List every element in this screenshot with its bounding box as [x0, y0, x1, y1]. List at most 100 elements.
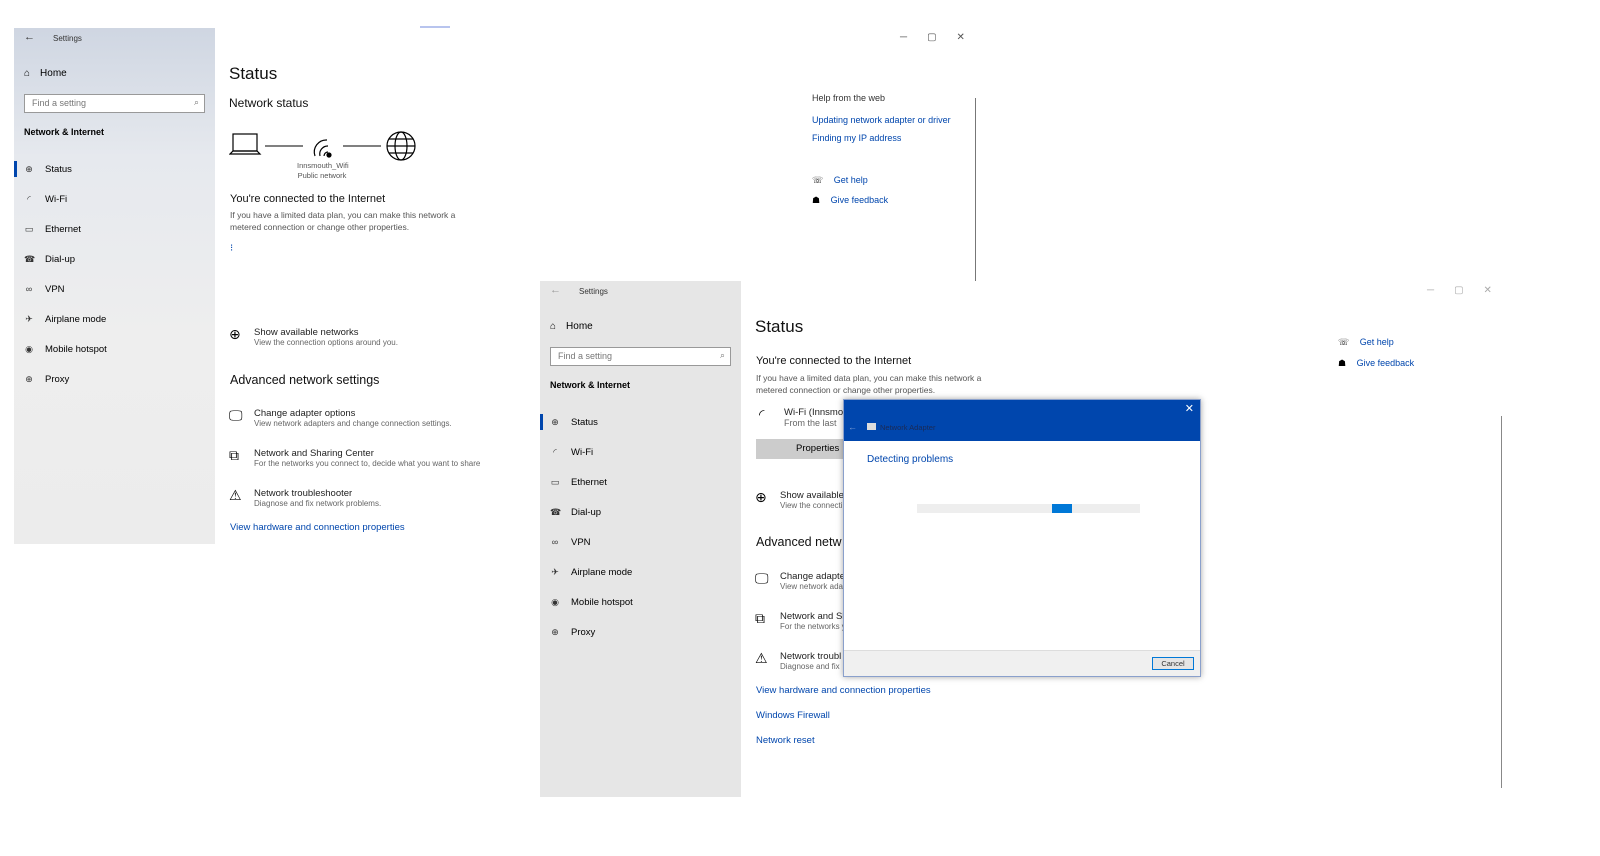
advanced-item[interactable]: ⚠ Network troubleshooter Diagnose and fix …	[229, 488, 381, 508]
back-arrow-icon[interactable]: ←	[24, 31, 35, 43]
vpn-icon: ∞	[551, 537, 559, 547]
back-arrow-icon[interactable]: ←	[550, 284, 561, 296]
home-nav[interactable]: ⌂ Home	[550, 321, 593, 332]
nav-label: Wi-Fi	[571, 446, 594, 458]
back-arrow-icon[interactable]: ←	[848, 422, 857, 432]
get-help-label: Get help	[1359, 337, 1394, 347]
maximize-icon[interactable]: ▢	[1454, 285, 1463, 296]
search-placeholder: Find a setting	[558, 351, 613, 361]
scrollbar[interactable]	[975, 98, 976, 281]
minimize-icon[interactable]: ─	[1427, 285, 1434, 296]
connection-desc: If you have a limited data plan, you can…	[756, 372, 981, 396]
row-sub: Diagnose and fix network problems.	[254, 499, 382, 508]
adapter-icon: 🖵	[755, 570, 769, 586]
progress-indicator	[1051, 504, 1072, 513]
desc-line: If you have a limited data plan, you can…	[756, 373, 982, 383]
nav-item-mobile-hotspot[interactable]: ◉ Mobile hotspot	[14, 334, 215, 364]
nav-item-proxy[interactable]: ⊕ Proxy	[540, 617, 741, 647]
close-icon[interactable]: ✕	[1484, 285, 1492, 296]
home-label: Home	[40, 68, 67, 79]
advanced-item[interactable]: 🖵 Change adapter View network ada	[755, 571, 848, 591]
proxy-icon: ⊕	[551, 626, 559, 637]
nav-item-vpn[interactable]: ∞ VPN	[540, 527, 741, 557]
close-icon[interactable]: ✕	[1185, 402, 1194, 415]
adapter-icon: 🖵	[229, 407, 243, 423]
nav-label: VPN	[571, 536, 591, 548]
minimize-icon[interactable]: ─	[900, 32, 907, 43]
w2-sidebar: ← Settings ⌂ Home Find a setting ⌕ Network…	[540, 281, 741, 797]
home-label: Home	[566, 321, 593, 332]
help-link-ip[interactable]: Finding my IP address	[812, 133, 901, 143]
nav-item-ethernet[interactable]: ▭ Ethernet	[14, 214, 215, 244]
nav-item-wi-fi[interactable]: ◜ Wi-Fi	[14, 184, 215, 214]
windows-firewall-link[interactable]: Windows Firewall	[756, 710, 830, 721]
get-help-label: Get help	[833, 175, 868, 185]
show-networks-link[interactable]: ⊕ Show available View the connecti	[755, 490, 844, 510]
dialup-icon: ☎	[24, 253, 36, 264]
nav-item-status[interactable]: ⊕ Status	[14, 154, 215, 184]
page-title: Status	[755, 317, 804, 336]
nav-item-dial-up[interactable]: ☎ Dial-up	[540, 497, 741, 527]
maximize-icon[interactable]: ▢	[927, 32, 936, 43]
dialog-title: Network Adapter	[880, 423, 936, 432]
nav-item-status[interactable]: ⊕ Status	[540, 407, 741, 437]
search-input[interactable]: Find a setting ⌕	[24, 94, 205, 113]
status-icon: ⊕	[551, 416, 559, 427]
progress-bar	[917, 504, 1140, 513]
advanced-item[interactable]: ⧉ Network and Sharing Center For the netwo…	[229, 448, 480, 468]
home-nav[interactable]: ⌂ Home	[24, 68, 67, 79]
desc-line: If you have a limited data plan, you can…	[230, 210, 456, 220]
row-sub: For the networks y	[780, 622, 846, 631]
nav-label: Ethernet	[571, 476, 607, 488]
hardware-properties-link[interactable]: View hardware and connection properties	[756, 685, 931, 696]
laptop-icon	[228, 133, 262, 155]
scrollbar[interactable]	[1501, 416, 1502, 788]
close-icon[interactable]: ✕	[957, 32, 965, 43]
nav-item-vpn[interactable]: ∞ VPN	[14, 274, 215, 304]
row-title: Show available networks	[254, 327, 359, 338]
get-help-link[interactable]: ☏ Get help	[1338, 337, 1394, 347]
row-title: Change adapter options	[254, 408, 356, 419]
row-sub: View network adapters and change connect…	[254, 419, 452, 428]
nav-item-wi-fi[interactable]: ◜ Wi-Fi	[540, 437, 741, 467]
nav-item-proxy[interactable]: ⊕ Proxy	[14, 364, 215, 394]
get-help-link[interactable]: ☏ Get help	[812, 175, 868, 186]
row-title: Show available	[780, 490, 844, 501]
row-title: Network troubleshooter	[254, 488, 353, 499]
globe-icon: ⊕	[229, 326, 241, 342]
warning-icon: ⚠	[229, 487, 242, 503]
section-title: Network & Internet	[550, 380, 631, 390]
nav-list: ⊕ Status ◜ Wi-Fi ▭ Ethernet ☎ Dial-up ∞ VPN ✈ Airpl…	[540, 407, 741, 647]
give-feedback-link[interactable]: ☗ Give feedback	[812, 195, 888, 206]
help-link-adapter[interactable]: Updating network adapter or driver	[812, 115, 951, 125]
nav-list: ⊕ Status ◜ Wi-Fi ▭ Ethernet ☎ Dial-up ∞ VPN ✈ Airpl…	[14, 154, 215, 394]
give-feedback-link[interactable]: ☗ Give feedback	[1338, 358, 1414, 369]
hotspot-icon: ◉	[551, 596, 559, 607]
properties-button[interactable]: Properties	[756, 439, 856, 459]
globe-icon	[386, 131, 416, 161]
show-networks-link[interactable]: ⊕ Show available networks View the connect…	[229, 327, 398, 347]
airplane-icon: ✈	[25, 313, 33, 324]
nav-label: Ethernet	[45, 223, 81, 235]
advanced-item[interactable]: 🖵 Change adapter options View network adap…	[229, 408, 452, 428]
nav-item-dial-up[interactable]: ☎ Dial-up	[14, 244, 215, 274]
desc-line: metered connection or change other prope…	[756, 385, 936, 395]
network-diagram: Innsmouth_Wifi Public network	[228, 128, 429, 188]
help-heading: Help from the web	[812, 93, 886, 103]
advanced-item[interactable]: ⧉ Network and Sh For the networks y	[755, 611, 848, 631]
nav-item-airplane-mode[interactable]: ✈ Airplane mode	[540, 557, 741, 587]
nav-label: Mobile hotspot	[571, 596, 633, 608]
ethernet-icon: ▭	[24, 223, 34, 234]
window-title: Settings	[53, 34, 82, 43]
give-feedback-label: Give feedback	[1356, 358, 1415, 368]
search-input[interactable]: Find a setting ⌕	[550, 347, 731, 366]
hardware-properties-link[interactable]: View hardware and connection properties	[230, 522, 405, 533]
nav-item-airplane-mode[interactable]: ✈ Airplane mode	[14, 304, 215, 334]
search-icon: ⌕	[193, 97, 199, 107]
nav-item-ethernet[interactable]: ▭ Ethernet	[540, 467, 741, 497]
nav-item-mobile-hotspot[interactable]: ◉ Mobile hotspot	[540, 587, 741, 617]
cancel-button[interactable]: Cancel	[1152, 657, 1194, 670]
network-reset-link[interactable]: Network reset	[756, 735, 815, 746]
advanced-item[interactable]: ⚠ Network troubl Diagnose and fix	[755, 651, 841, 671]
nav-label: Airplane mode	[45, 313, 107, 325]
